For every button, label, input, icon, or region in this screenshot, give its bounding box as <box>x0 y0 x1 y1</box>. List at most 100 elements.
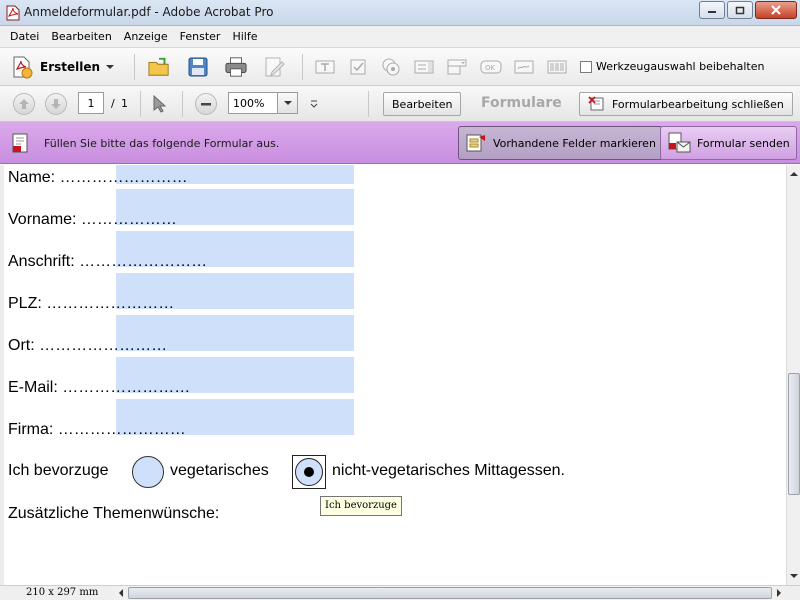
create-button[interactable]: Erstellen <box>10 54 115 80</box>
preference-label: Ich bevorzuge <box>8 462 109 479</box>
list-box-tool[interactable] <box>413 56 435 78</box>
checkbox-tool[interactable] <box>347 56 369 78</box>
toolbar-options-button[interactable] <box>303 93 325 115</box>
open-button[interactable] <box>148 56 170 78</box>
close-icon <box>771 5 781 15</box>
document-page: Name: …………………… Vorname: ……………… Anschrift… <box>0 165 786 585</box>
toolbar-divider <box>134 54 135 80</box>
radio-button-tool[interactable] <box>380 56 402 78</box>
radio-selected-dot <box>304 467 314 477</box>
navigation-toolbar: 1 / 1 100% Bearbeiten Formulare Formular… <box>0 86 800 122</box>
arrow-up-icon <box>19 99 29 109</box>
chevron-down-icon <box>283 101 292 105</box>
submit-form-button[interactable]: Formular senden <box>660 126 797 160</box>
text-field-tool[interactable] <box>314 56 336 78</box>
firma-label: Firma: …………………… <box>8 421 186 438</box>
minimize-button[interactable] <box>699 1 725 19</box>
minimize-icon <box>708 11 716 13</box>
text-field-icon <box>315 60 335 74</box>
submit-form-label: Formular senden <box>697 136 790 150</box>
previous-page-button[interactable] <box>13 93 35 115</box>
menu-fenster[interactable]: Fenster <box>174 30 227 43</box>
list-box-icon <box>414 60 434 74</box>
highlight-fields-button[interactable]: Vorhandene Felder markieren <box>458 126 663 160</box>
next-page-button[interactable] <box>45 93 67 115</box>
vorname-label: Vorname: ……………… <box>8 211 177 228</box>
zoom-value: 100% <box>233 96 265 110</box>
horizontal-scrollbar[interactable] <box>114 586 786 600</box>
form-document-icon <box>12 133 28 153</box>
create-label: Erstellen <box>40 60 101 74</box>
close-button[interactable] <box>755 1 797 19</box>
page-separator: / <box>111 97 115 110</box>
menu-bar: Datei Bearbeiten Anzeige Fenster Hilfe <box>0 26 800 48</box>
keep-tool-label: Werkzeugauswahl beibehalten <box>596 60 765 73</box>
zoom-dropdown-button[interactable] <box>277 92 298 114</box>
highlight-fields-icon <box>466 134 485 152</box>
arrow-down-icon <box>51 99 61 109</box>
pdf-file-icon <box>6 5 20 21</box>
scroll-right-button[interactable] <box>772 586 786 600</box>
highlight-fields-label: Vorhandene Felder markieren <box>493 136 656 150</box>
radio-tooltip: Ich bevorzuge <box>320 496 402 516</box>
barcode-tool[interactable] <box>546 56 568 78</box>
zoom-out-button[interactable] <box>195 93 217 115</box>
printer-icon <box>225 57 247 77</box>
page-number-input[interactable]: 1 <box>78 92 104 114</box>
non-vegetarian-option-label: nicht-vegetarisches Mittagessen. <box>332 462 565 479</box>
horizontal-scroll-thumb[interactable] <box>128 587 772 599</box>
edit-form-label: Bearbeiten <box>392 97 453 111</box>
select-tool-button[interactable] <box>148 93 170 115</box>
toolbar-divider <box>302 54 303 80</box>
radio-button-icon <box>382 58 400 76</box>
zoom-input[interactable]: 100% <box>228 92 278 114</box>
close-form-editing-button[interactable]: Formularbearbeitung schließen <box>579 92 793 116</box>
menu-bearbeiten[interactable]: Bearbeiten <box>45 30 117 43</box>
print-button[interactable] <box>225 56 247 78</box>
page-edge <box>0 165 4 585</box>
ok-button-icon: OK <box>480 60 502 74</box>
title-bar: Anmeldeformular.pdf - Adobe Acrobat Pro <box>0 0 800 26</box>
close-form-editing-label: Formularbearbeitung schließen <box>612 97 784 111</box>
page-total: 1 <box>121 97 128 110</box>
toolbar-divider <box>140 91 141 117</box>
keep-tool-option[interactable]: Werkzeugauswahl beibehalten <box>580 60 764 73</box>
barcode-icon <box>547 60 567 74</box>
form-close-icon <box>588 96 604 111</box>
vegetarian-option-label: vegetarisches <box>170 462 269 479</box>
restore-button[interactable] <box>727 1 753 19</box>
form-instruction-text: Füllen Sie bitte das folgende Formular a… <box>44 137 280 150</box>
vertical-scrollbar[interactable] <box>786 165 800 585</box>
form-message-bar: Füllen Sie bitte das folgende Formular a… <box>0 122 800 164</box>
create-pdf-icon <box>13 56 33 79</box>
window-title: Anmeldeformular.pdf - Adobe Acrobat Pro <box>24 5 274 19</box>
dropdown-icon <box>447 59 467 75</box>
signature-tool[interactable] <box>513 56 535 78</box>
scroll-left-button[interactable] <box>114 586 128 600</box>
keep-tool-checkbox[interactable] <box>580 60 592 73</box>
menu-datei[interactable]: Datei <box>4 30 45 43</box>
non-vegetarian-radio[interactable] <box>292 455 326 489</box>
edit-document-button[interactable] <box>264 56 286 78</box>
scroll-up-button[interactable] <box>787 167 800 181</box>
send-form-icon <box>668 132 691 153</box>
menu-hilfe[interactable]: Hilfe <box>226 30 263 43</box>
restore-icon <box>735 6 745 14</box>
edit-form-button[interactable]: Bearbeiten <box>383 92 462 116</box>
scroll-right-icon <box>777 589 781 597</box>
save-button[interactable] <box>187 56 209 78</box>
edit-document-icon <box>265 57 285 77</box>
open-folder-icon <box>148 57 169 76</box>
dropdown-tool[interactable] <box>446 56 468 78</box>
page-number-value: 1 <box>87 96 95 110</box>
vertical-scroll-thumb[interactable] <box>788 373 800 495</box>
email-label: E-Mail: …………………… <box>8 379 191 396</box>
ort-label: Ort: …………………… <box>8 337 168 354</box>
non-vegetarian-radio-circle <box>295 458 323 486</box>
menu-anzeige[interactable]: Anzeige <box>118 30 174 43</box>
button-tool[interactable]: OK <box>480 56 502 78</box>
signature-icon <box>514 60 534 74</box>
scroll-down-button[interactable] <box>787 569 800 583</box>
vegetarian-radio[interactable] <box>132 456 164 488</box>
main-toolbar: Erstellen OK Werkzeugauswahl beibehalten <box>0 48 800 86</box>
